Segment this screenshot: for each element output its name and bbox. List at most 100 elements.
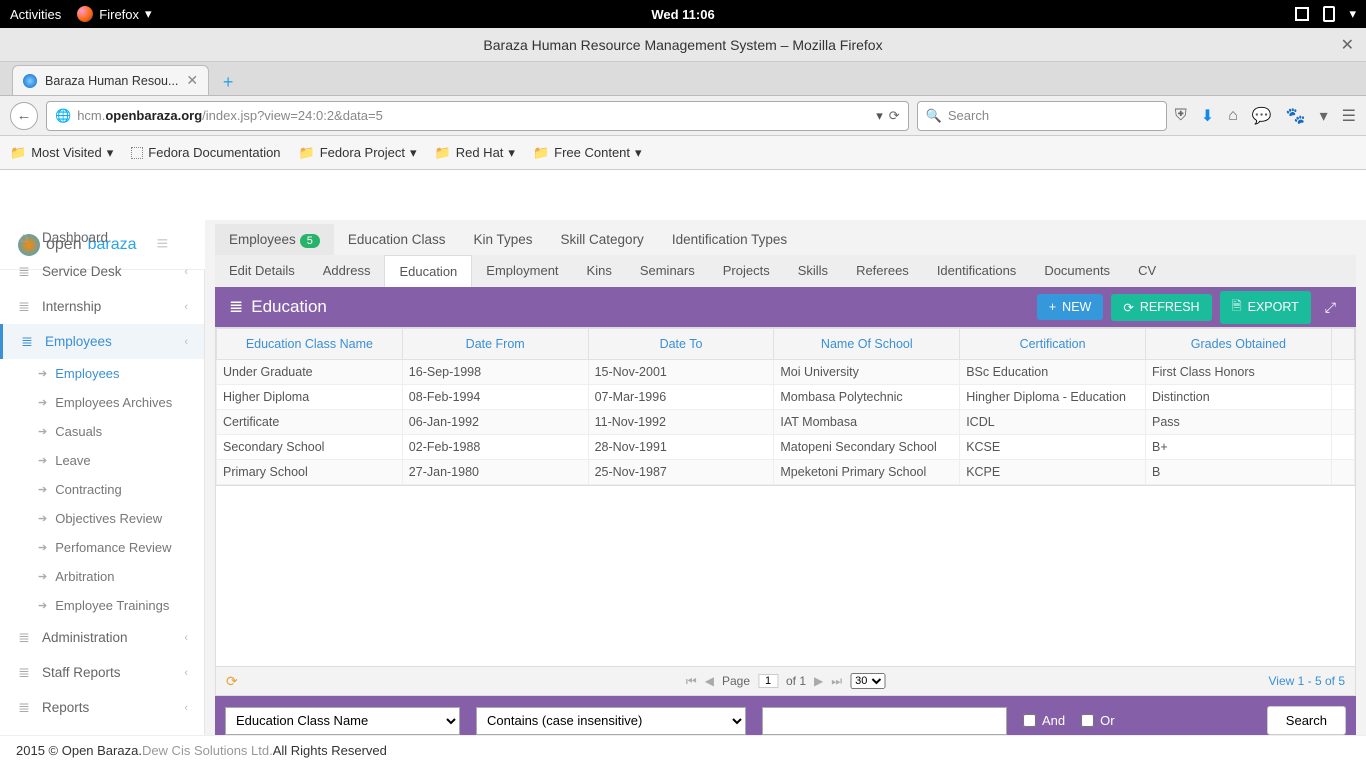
- sidebar-sub-employees[interactable]: ➔Employees: [0, 359, 204, 388]
- address-bar[interactable]: 🌐 hcm.openbaraza.org/index.jsp?view=24:0…: [46, 101, 909, 131]
- tab-documents[interactable]: Documents: [1030, 255, 1124, 287]
- tab-kin-types[interactable]: Kin Types: [459, 224, 546, 255]
- url-text: hcm.openbaraza.org/index.jsp?view=24:0:2…: [77, 108, 870, 123]
- sidebar-item-administration[interactable]: ≣Administration‹: [0, 620, 204, 655]
- last-page-icon[interactable]: ⏭: [831, 674, 842, 689]
- refresh-button[interactable]: ⟳REFRESH: [1111, 294, 1211, 321]
- tab-close-icon[interactable]: ✕: [186, 72, 198, 89]
- hamburger-menu-icon[interactable]: ☰: [1342, 106, 1356, 126]
- search-value-input[interactable]: [762, 707, 1007, 735]
- table-row[interactable]: Higher Diploma08-Feb-199407-Mar-1996Momb…: [217, 385, 1355, 410]
- pocket-icon[interactable]: ⛨: [1175, 107, 1187, 125]
- firefox-menu[interactable]: Firefox ▾: [77, 6, 151, 22]
- tab-education[interactable]: Education: [384, 255, 472, 287]
- sidebar-sub-performance[interactable]: ➔Perfomance Review: [0, 533, 204, 562]
- sidebar-sub-objectives[interactable]: ➔Objectives Review: [0, 504, 204, 533]
- sidebar-sub-casuals[interactable]: ➔Casuals: [0, 417, 204, 446]
- table-row[interactable]: Primary School27-Jan-198025-Nov-1987Mpek…: [217, 460, 1355, 485]
- tab-kins[interactable]: Kins: [573, 255, 626, 287]
- expand-icon[interactable]: ⤢: [1319, 299, 1342, 316]
- new-button[interactable]: +NEW: [1037, 294, 1103, 320]
- col-certification[interactable]: Certification: [960, 329, 1146, 360]
- table-cell: Secondary School: [217, 435, 403, 460]
- sidebar-item-reports[interactable]: ≣Reports‹: [0, 690, 204, 725]
- new-tab-button[interactable]: +: [215, 69, 241, 95]
- tab-identifications[interactable]: Identifications: [923, 255, 1031, 287]
- bookmark-redhat[interactable]: 📁Red Hat▾: [435, 145, 515, 161]
- home-icon[interactable]: ⌂: [1228, 107, 1238, 125]
- bookmark-fedora-project[interactable]: 📁Fedora Project▾: [299, 145, 417, 161]
- tab-employment[interactable]: Employment: [472, 255, 572, 287]
- page-input[interactable]: [758, 674, 778, 688]
- tab-cv[interactable]: CV: [1124, 255, 1170, 287]
- bookmark-free-content[interactable]: 📁Free Content▾: [533, 145, 642, 161]
- sidebar-sub-leave[interactable]: ➔Leave: [0, 446, 204, 475]
- tab-projects[interactable]: Projects: [709, 255, 784, 287]
- module-tabs: Employees5 Education Class Kin Types Ski…: [215, 224, 1356, 255]
- table-row[interactable]: Under Graduate16-Sep-199815-Nov-2001Moi …: [217, 360, 1355, 385]
- addons-icon[interactable]: 🐾: [1286, 106, 1306, 126]
- list-icon: ≣: [16, 699, 32, 716]
- reload-icon[interactable]: ⟳: [226, 673, 238, 690]
- window-close-icon[interactable]: ✕: [1341, 35, 1354, 55]
- tab-address[interactable]: Address: [309, 255, 385, 287]
- first-page-icon[interactable]: ⏮: [686, 674, 697, 689]
- table-cell: 07-Mar-1996: [588, 385, 774, 410]
- tab-identification-types[interactable]: Identification Types: [658, 224, 801, 255]
- activities-menu[interactable]: Activities: [10, 7, 61, 22]
- maximize-icon[interactable]: [1295, 7, 1309, 21]
- reload-icon[interactable]: ⟳: [889, 108, 900, 124]
- system-dropdown-icon[interactable]: ▾: [1349, 6, 1356, 22]
- plus-icon: +: [1049, 300, 1056, 314]
- col-date-from[interactable]: Date From: [402, 329, 588, 360]
- table-cell: Mombasa Polytechnic: [774, 385, 960, 410]
- col-grades[interactable]: Grades Obtained: [1145, 329, 1331, 360]
- sidebar-sub-arbitration[interactable]: ➔Arbitration: [0, 562, 204, 591]
- page-of-label: of 1: [786, 674, 806, 688]
- sidebar-sub-trainings[interactable]: ➔Employee Trainings: [0, 591, 204, 620]
- and-checkbox[interactable]: And: [1023, 713, 1065, 728]
- or-checkbox[interactable]: Or: [1081, 713, 1114, 728]
- battery-icon[interactable]: [1323, 6, 1335, 22]
- tab-referees[interactable]: Referees: [842, 255, 923, 287]
- col-education-class[interactable]: Education Class Name: [217, 329, 403, 360]
- col-date-to[interactable]: Date To: [588, 329, 774, 360]
- tab-education-class[interactable]: Education Class: [334, 224, 460, 255]
- table-row[interactable]: Secondary School02-Feb-198828-Nov-1991Ma…: [217, 435, 1355, 460]
- search-op-select[interactable]: Contains (case insensitive): [476, 707, 746, 735]
- export-button[interactable]: 🗎EXPORT: [1220, 291, 1311, 324]
- sidebar-sub-contracting[interactable]: ➔Contracting: [0, 475, 204, 504]
- back-button[interactable]: ←: [10, 102, 38, 130]
- sidebar-item-dashboard[interactable]: ⌂Dashboard: [0, 220, 204, 254]
- search-field-select[interactable]: Education Class Name: [225, 707, 460, 735]
- browser-tab[interactable]: Baraza Human Resou... ✕: [12, 65, 209, 95]
- sidebar-item-service-desk[interactable]: ≣Service Desk‹: [0, 254, 204, 289]
- prev-page-icon[interactable]: ◀: [705, 674, 714, 688]
- sidebar-item-employees[interactable]: ≣Employees‹: [0, 324, 204, 359]
- search-button[interactable]: Search: [1267, 706, 1346, 735]
- browser-search-box[interactable]: 🔍 Search: [917, 101, 1167, 131]
- tab-edit-details[interactable]: Edit Details: [215, 255, 309, 287]
- panel-title: Education: [251, 297, 327, 317]
- tab-seminars[interactable]: Seminars: [626, 255, 709, 287]
- tab-skills[interactable]: Skills: [784, 255, 842, 287]
- sidebar-item-internship[interactable]: ≣Internship‹: [0, 289, 204, 324]
- chat-icon[interactable]: 💬: [1252, 106, 1272, 126]
- tab-skill-category[interactable]: Skill Category: [547, 224, 658, 255]
- chevron-left-icon: ‹: [184, 336, 188, 348]
- tab-employees[interactable]: Employees5: [215, 224, 334, 255]
- toolbar-dropdown-icon[interactable]: ▾: [1320, 106, 1328, 126]
- sidebar-item-payroll[interactable]: ➔Payroll: [0, 725, 204, 735]
- table-cell: 02-Feb-1988: [402, 435, 588, 460]
- col-school[interactable]: Name Of School: [774, 329, 960, 360]
- bookmark-most-visited[interactable]: 📁Most Visited▾: [10, 145, 113, 161]
- page-size-select[interactable]: 30: [850, 673, 885, 689]
- table-row[interactable]: Certificate06-Jan-199211-Nov-1992IAT Mom…: [217, 410, 1355, 435]
- sidebar-item-staff-reports[interactable]: ≣Staff Reports‹: [0, 655, 204, 690]
- favicon-icon: [23, 74, 37, 88]
- sidebar-sub-archives[interactable]: ➔Employees Archives: [0, 388, 204, 417]
- bookmark-fedora-doc[interactable]: Fedora Documentation: [131, 145, 280, 160]
- history-dropdown-icon[interactable]: ▾: [876, 108, 883, 124]
- next-page-icon[interactable]: ▶: [814, 674, 823, 688]
- downloads-icon[interactable]: ⬇: [1201, 106, 1214, 126]
